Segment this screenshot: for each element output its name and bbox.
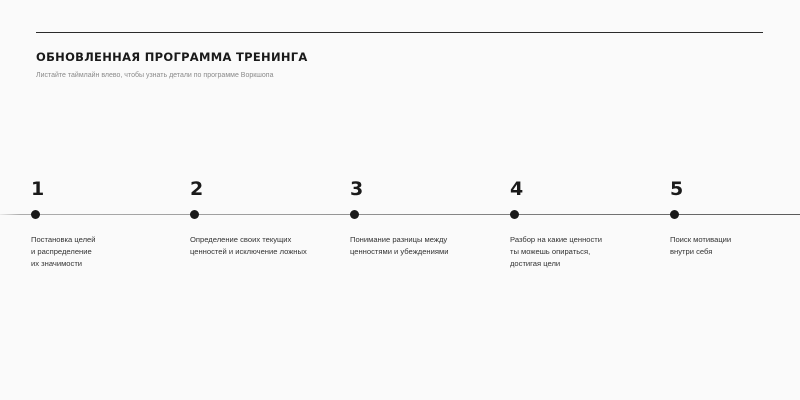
timeline[interactable]: 1 Постановка целей и распределение их зн… — [0, 0, 800, 400]
timeline-dot — [190, 210, 199, 219]
timeline-dot — [31, 210, 40, 219]
timeline-dot — [350, 210, 359, 219]
step-description: Поиск мотивации внутри себя — [670, 235, 732, 256]
step-number: 1 — [31, 178, 45, 200]
timeline-dot — [510, 210, 519, 219]
step-description: Постановка целей и распределение их знач… — [31, 235, 96, 268]
timeline-dot — [670, 210, 679, 219]
step-number: 5 — [670, 178, 684, 200]
step-description: Определение своих текущих ценностей и ис… — [190, 235, 307, 256]
step-number: 2 — [190, 178, 204, 200]
timeline-line — [0, 214, 800, 215]
step-description: Понимание разницы между ценностями и убе… — [350, 235, 449, 256]
step-number: 4 — [510, 178, 524, 200]
step-number: 3 — [350, 178, 364, 200]
step-description: Разбор на какие ценности ты можешь опира… — [510, 235, 603, 268]
